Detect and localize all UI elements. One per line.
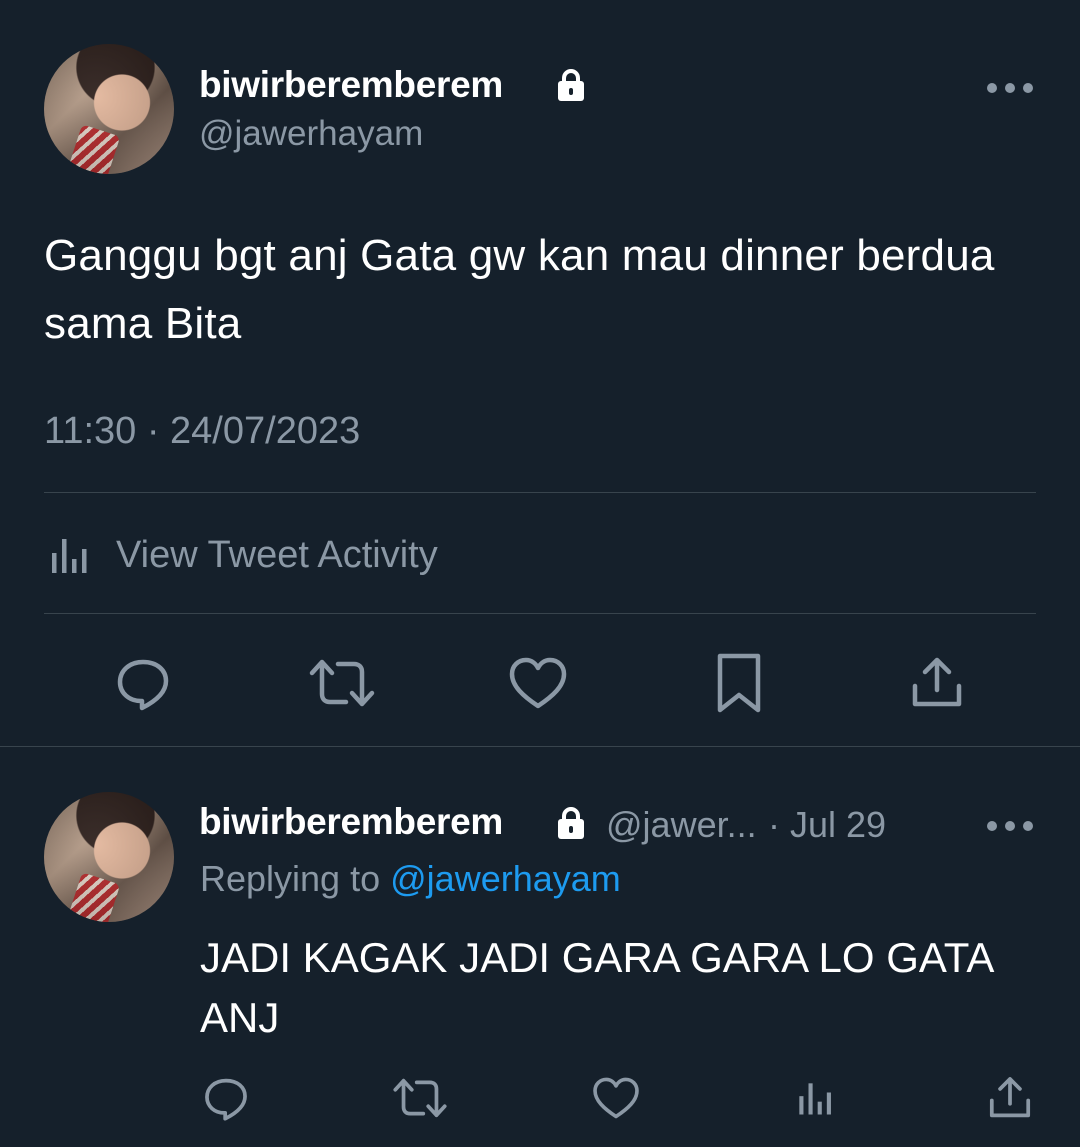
reply-text: JADI KAGAK JADI GARA GARA LO GATA ANJ [200, 934, 993, 1041]
like-icon [593, 1077, 639, 1119]
timestamp[interactable]: 11:30 · 24/07/2023 [44, 410, 360, 453]
retweet-icon [393, 1078, 447, 1118]
retweet-button[interactable] [390, 1070, 450, 1126]
more-icon[interactable] [982, 78, 1038, 98]
lock-icon [558, 69, 584, 101]
meta-separator: · [768, 804, 780, 845]
reply-handle[interactable]: @jawer... [606, 804, 757, 846]
more-icon[interactable] [982, 816, 1038, 836]
replying-to: Replying to @jawerhayam [200, 858, 621, 900]
replying-to-handle[interactable]: @jawerhayam [390, 858, 621, 899]
handle[interactable]: @jawerhayam [199, 114, 423, 154]
bookmark-icon [717, 653, 761, 713]
reply-date[interactable]: Jul 29 [790, 804, 886, 846]
tweet-text: Ganggu bgt anj Gata gw kan mau dinner be… [44, 231, 995, 348]
divider [44, 613, 1036, 614]
share-button[interactable] [904, 650, 970, 716]
share-icon [912, 657, 962, 707]
lock-icon [558, 807, 584, 839]
retweet-button[interactable] [306, 650, 378, 716]
tweet-thread: biwirberemberem @jawerhayam Ganggu bgt a… [0, 0, 1080, 1147]
reply-button[interactable] [198, 1070, 254, 1126]
reply-icon [117, 659, 169, 711]
like-button[interactable] [588, 1070, 644, 1126]
activity-label: View Tweet Activity [116, 533, 438, 576]
share-icon [989, 1077, 1031, 1118]
avatar[interactable] [44, 792, 174, 922]
reply-button[interactable] [110, 650, 176, 716]
avatar[interactable] [44, 44, 174, 174]
reply-display-name[interactable]: biwirberemberem [199, 801, 503, 843]
bookmark-button[interactable] [706, 650, 772, 716]
reply-icon [205, 1078, 247, 1121]
view-activity-button[interactable] [786, 1070, 842, 1126]
like-icon [509, 657, 567, 709]
view-tweet-activity-button[interactable]: View Tweet Activity [44, 520, 438, 590]
replying-to-prefix: Replying to [200, 858, 381, 899]
analytics-icon [799, 1083, 831, 1115]
divider [44, 492, 1036, 493]
display-name[interactable]: biwirberemberem [199, 64, 503, 106]
share-button[interactable] [982, 1070, 1038, 1126]
like-button[interactable] [505, 650, 571, 716]
divider [0, 746, 1080, 747]
analytics-icon [52, 539, 87, 573]
retweet-icon [309, 659, 375, 707]
